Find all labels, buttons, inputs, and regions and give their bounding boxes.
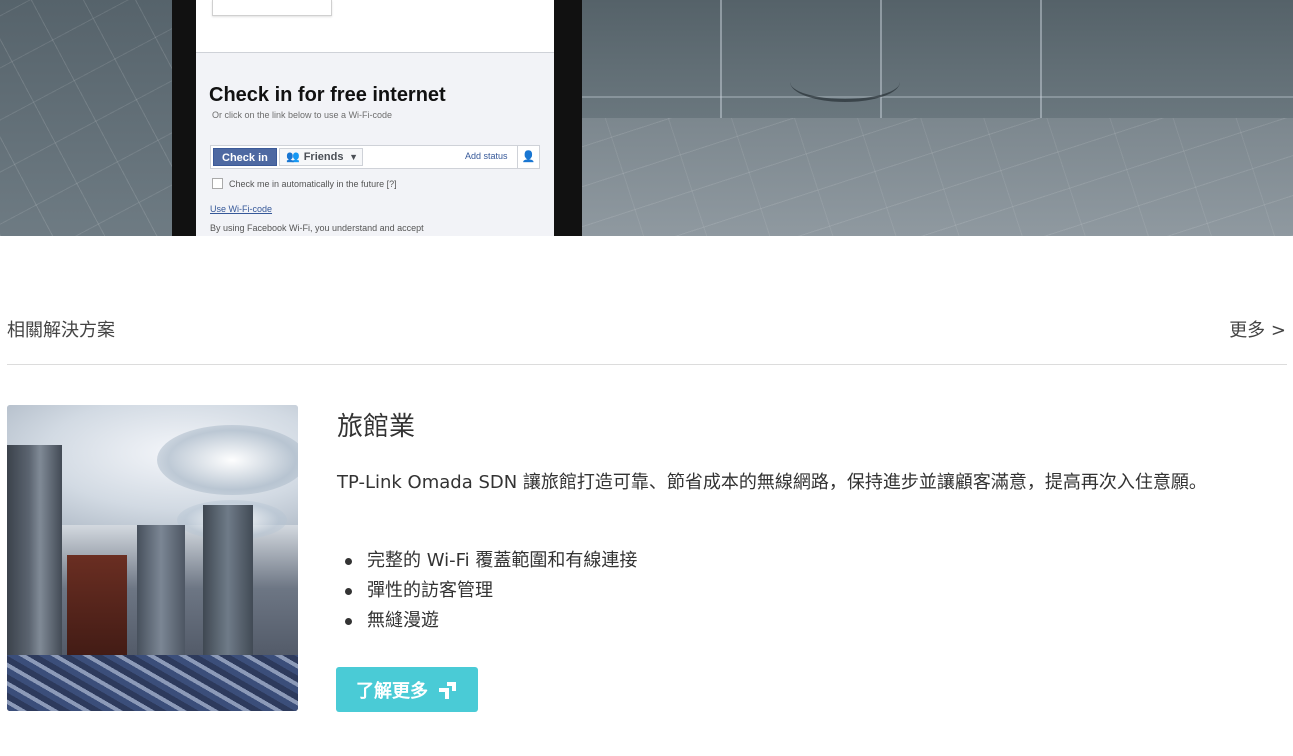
fb-checkin-button: Check in: [213, 148, 277, 166]
screen-button: [212, 0, 332, 16]
hero-office-background: [580, 0, 1293, 236]
lobby-carpet: [7, 655, 298, 711]
feature-item: 完整的 Wi-Fi 覆蓋範圍和有線連接: [337, 546, 637, 576]
fb-add-status: Add status: [465, 151, 508, 161]
phone-screen: Check in for free internet Or click on t…: [196, 0, 554, 236]
card-description: TP-Link Omada SDN 讓旅館打造可靠、節省成本的無線網路，保持進步…: [337, 472, 1207, 493]
fb-auto-checkin-checkbox: [212, 178, 223, 189]
fb-auto-checkin-label: Check me in automatically in the future …: [229, 178, 397, 189]
caret-down-icon: ▼: [349, 152, 358, 162]
chandelier: [157, 425, 298, 495]
feature-item: 彈性的訪客管理: [337, 576, 637, 606]
office-chair: [790, 62, 900, 102]
add-friend-icon: 👤: [517, 146, 539, 168]
hero-floor-right: [580, 118, 1293, 236]
feature-item: 無縫漫遊: [337, 606, 637, 636]
fb-checkin-bar: Check in 👥 Friends ▼ Add status 👤: [210, 145, 540, 169]
fb-terms-text: By using Facebook Wi-Fi, you understand …: [210, 223, 424, 233]
learn-more-button[interactable]: 了解更多: [336, 667, 478, 712]
hero-floor-left: [0, 0, 175, 236]
hero-banner: Check in for free internet Or click on t…: [0, 0, 1293, 236]
glass-band: [580, 96, 1293, 98]
fb-wifi-code-link: Use Wi-Fi-code: [210, 204, 273, 214]
fb-friends-dropdown: 👥 Friends ▼: [279, 148, 363, 166]
fb-friends-label: Friends: [303, 151, 344, 163]
section-divider: [7, 364, 1287, 365]
fb-wifi-subtitle: Or click on the link below to use a Wi-F…: [212, 110, 393, 120]
fb-wifi-title: Check in for free internet: [209, 84, 446, 106]
external-arrow-icon: [438, 680, 458, 700]
facebook-wifi-panel: Check in for free internet Or click on t…: [196, 52, 554, 236]
friends-icon: 👥: [286, 151, 300, 163]
hotel-lobby-image[interactable]: [7, 405, 298, 711]
lobby-door: [67, 555, 127, 665]
related-solutions-title: 相關解決方案: [7, 320, 115, 341]
learn-more-label: 了解更多: [356, 680, 428, 702]
more-link[interactable]: 更多 >: [1229, 316, 1286, 342]
feature-list: 完整的 Wi-Fi 覆蓋範圍和有線連接 彈性的訪客管理 無縫漫遊: [337, 546, 637, 636]
fb-auto-checkin-row: Check me in automatically in the future …: [212, 178, 397, 189]
card-title[interactable]: 旅館業: [337, 406, 415, 443]
